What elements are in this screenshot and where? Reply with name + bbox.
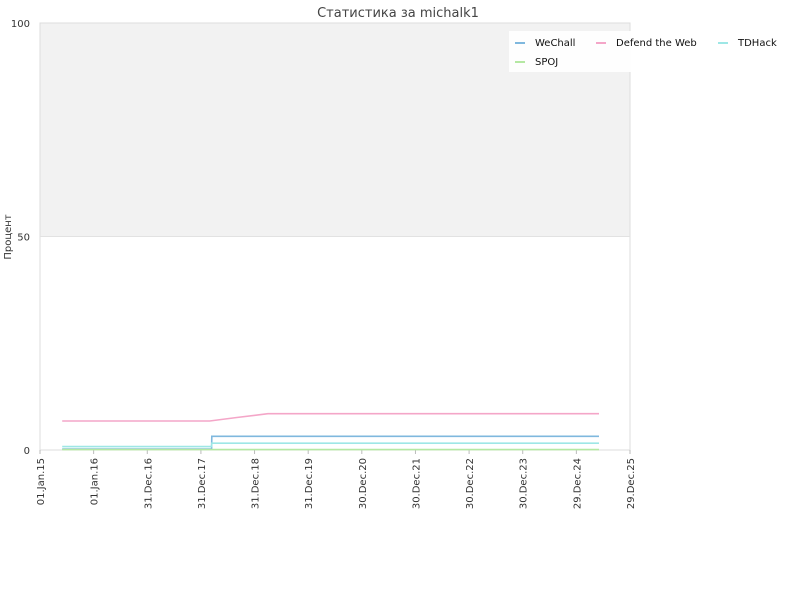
plot-band-lower [40,236,630,450]
y-axis-label: Процент [3,214,14,259]
plot-area [39,22,631,451]
x-tick-label: 30.Dec.22 [465,458,476,509]
x-tick-label: 29.Dec.25 [626,458,637,509]
legend-item-label[interactable]: Defend the Web [616,38,697,49]
chart: Статистика за michalk1 Процент 0 50 100 01… [3,6,781,509]
x-tick-label: 29.Dec.24 [572,458,583,509]
y-tick-label: 50 [17,233,30,244]
x-tick-label: 01.Jan.15 [36,458,47,505]
legend-item-label[interactable]: WeChall [535,38,575,49]
y-tick-label: 100 [11,19,30,30]
x-tick-label: 31.Dec.19 [304,458,315,509]
x-tick-label: 01.Jan.16 [90,458,101,505]
legend[interactable]: WeChall Defend the Web TDHack SPOJ [509,31,781,72]
x-tick-label: 30.Dec.20 [358,458,369,509]
x-tick-label: 31.Dec.17 [197,458,208,509]
x-tick-label: 30.Dec.21 [411,458,422,509]
y-tick-label: 0 [24,446,30,457]
x-tick-label: 31.Dec.18 [251,458,262,509]
legend-item-label[interactable]: TDHack [737,38,777,49]
x-tick-label: 30.Dec.23 [519,458,530,509]
legend-item-label[interactable]: SPOJ [535,57,558,68]
x-tick-label: 31.Dec.16 [143,458,154,509]
x-axis: 01.Jan.15 01.Jan.16 31.Dec.16 31.Dec.17 31.D… [36,450,637,509]
chart-title: Статистика за michalk1 [317,6,479,21]
